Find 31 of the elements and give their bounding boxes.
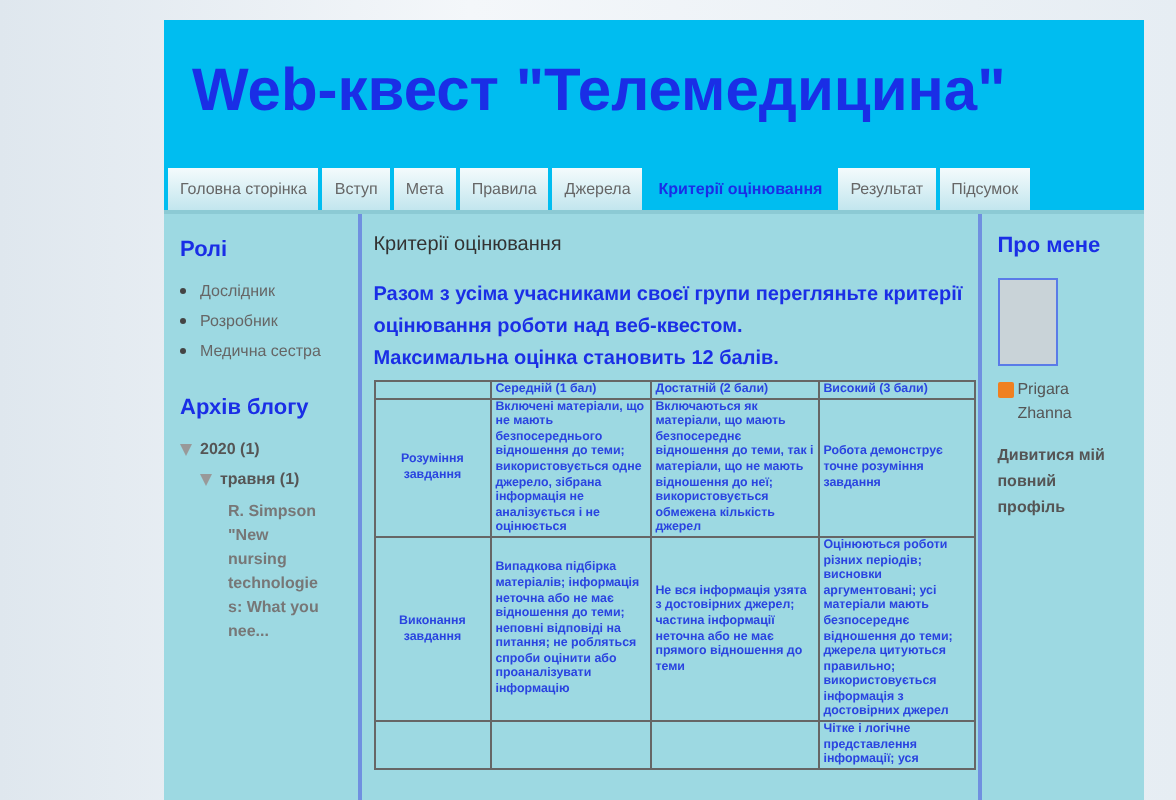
nav-tab[interactable]: Вступ xyxy=(322,168,390,210)
nav-tab[interactable]: Джерела xyxy=(552,168,643,210)
post-title: Критерії оцінювання xyxy=(373,234,564,256)
nav-tab[interactable]: Результат xyxy=(838,168,936,210)
archive-year-link[interactable]: травня (1) xyxy=(220,470,300,488)
empty-cell xyxy=(374,381,491,399)
intro-text: Разом з усіма учасниками своєї групи перегляньте критерії оцінювання роботи над веб-квестом. xyxy=(373,282,965,342)
bullet-icon xyxy=(180,288,186,294)
max-score-text: Максимальна оцінка становить 12 балів. xyxy=(373,346,781,374)
profile-name-link[interactable]: Prigara Zhanna xyxy=(1017,378,1118,426)
empty-cell xyxy=(374,721,491,769)
bullet-icon xyxy=(180,348,186,354)
nav-tab[interactable]: Мета xyxy=(393,168,456,210)
blogger-icon xyxy=(997,382,1014,398)
section-heading: Ролі xyxy=(180,238,230,262)
nav-tab[interactable]: Головна сторінка xyxy=(168,168,319,210)
bullet-icon xyxy=(180,318,186,324)
role-link[interactable]: Дослідник xyxy=(200,282,275,300)
archive-post-link[interactable]: R. Simpson "New nursing technologie s: What you nee... xyxy=(200,500,328,644)
blog-title: Web-квест "Телемедицина" xyxy=(192,58,1006,126)
photo-placeholder xyxy=(997,278,1058,366)
nav-tab[interactable]: Підсумок xyxy=(939,168,1031,210)
triangle-icon[interactable] xyxy=(180,443,192,455)
section-heading: Про мене xyxy=(997,234,1103,258)
profile-link[interactable]: Дивитися мій повний профіль xyxy=(997,442,1108,520)
nav-tab[interactable]: Правила xyxy=(459,168,549,210)
triangle-icon[interactable] xyxy=(200,473,212,485)
role-link[interactable]: Медична сестра xyxy=(200,342,321,360)
section-heading: Архів блогу xyxy=(180,396,311,420)
role-link[interactable]: Розробник xyxy=(200,312,278,330)
archive-year-link[interactable]: 2020 (1) xyxy=(200,440,260,458)
